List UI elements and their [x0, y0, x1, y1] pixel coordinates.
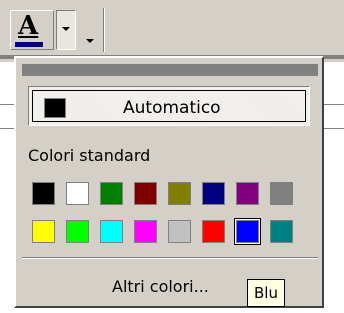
font-color-dropdown-button[interactable]	[56, 10, 76, 50]
background-line	[0, 128, 14, 129]
palette-divider	[22, 257, 318, 259]
screen: A Automatico Colori standard Altri color…	[0, 0, 344, 313]
chevron-down-icon	[62, 27, 70, 31]
color-swatch[interactable]	[236, 182, 259, 205]
color-tooltip: Blu	[247, 279, 285, 307]
color-swatch[interactable]	[270, 220, 293, 243]
color-swatch[interactable]	[236, 220, 259, 243]
more-colors-button[interactable]: Altri colori...	[112, 277, 209, 297]
color-swatch[interactable]	[66, 220, 89, 243]
automatic-color-swatch	[44, 98, 66, 118]
palette-drag-handle[interactable]	[22, 64, 318, 76]
focus-outline: Automatico	[32, 90, 306, 122]
background-line	[324, 128, 344, 129]
font-color-palette: Automatico Colori standard Altri colori.…	[14, 56, 324, 308]
color-swatch[interactable]	[134, 182, 157, 205]
color-swatch[interactable]	[168, 220, 191, 243]
color-swatch[interactable]	[202, 182, 225, 205]
color-swatch[interactable]	[32, 182, 55, 205]
color-swatch[interactable]	[168, 182, 191, 205]
color-swatch[interactable]	[32, 220, 55, 243]
toolbar-options-button[interactable]	[80, 20, 100, 50]
background-line	[0, 104, 14, 105]
color-swatch[interactable]	[100, 182, 123, 205]
font-color-button[interactable]: A	[10, 10, 54, 50]
color-swatch[interactable]	[134, 220, 157, 243]
automatic-color-button[interactable]: Automatico	[28, 86, 310, 126]
formatting-toolbar: A	[0, 0, 344, 62]
chevron-down-icon	[86, 39, 94, 43]
standard-color-grid	[32, 182, 320, 246]
standard-colors-label: Colori standard	[28, 146, 151, 165]
color-swatch[interactable]	[66, 182, 89, 205]
automatic-label: Automatico	[123, 98, 221, 118]
color-swatch[interactable]	[270, 182, 293, 205]
toolbar-separator	[103, 8, 105, 52]
color-swatch[interactable]	[202, 220, 225, 243]
font-color-indicator	[15, 42, 43, 47]
font-color-icon: A	[18, 11, 39, 41]
background-line	[324, 104, 344, 105]
color-swatch[interactable]	[100, 220, 123, 243]
